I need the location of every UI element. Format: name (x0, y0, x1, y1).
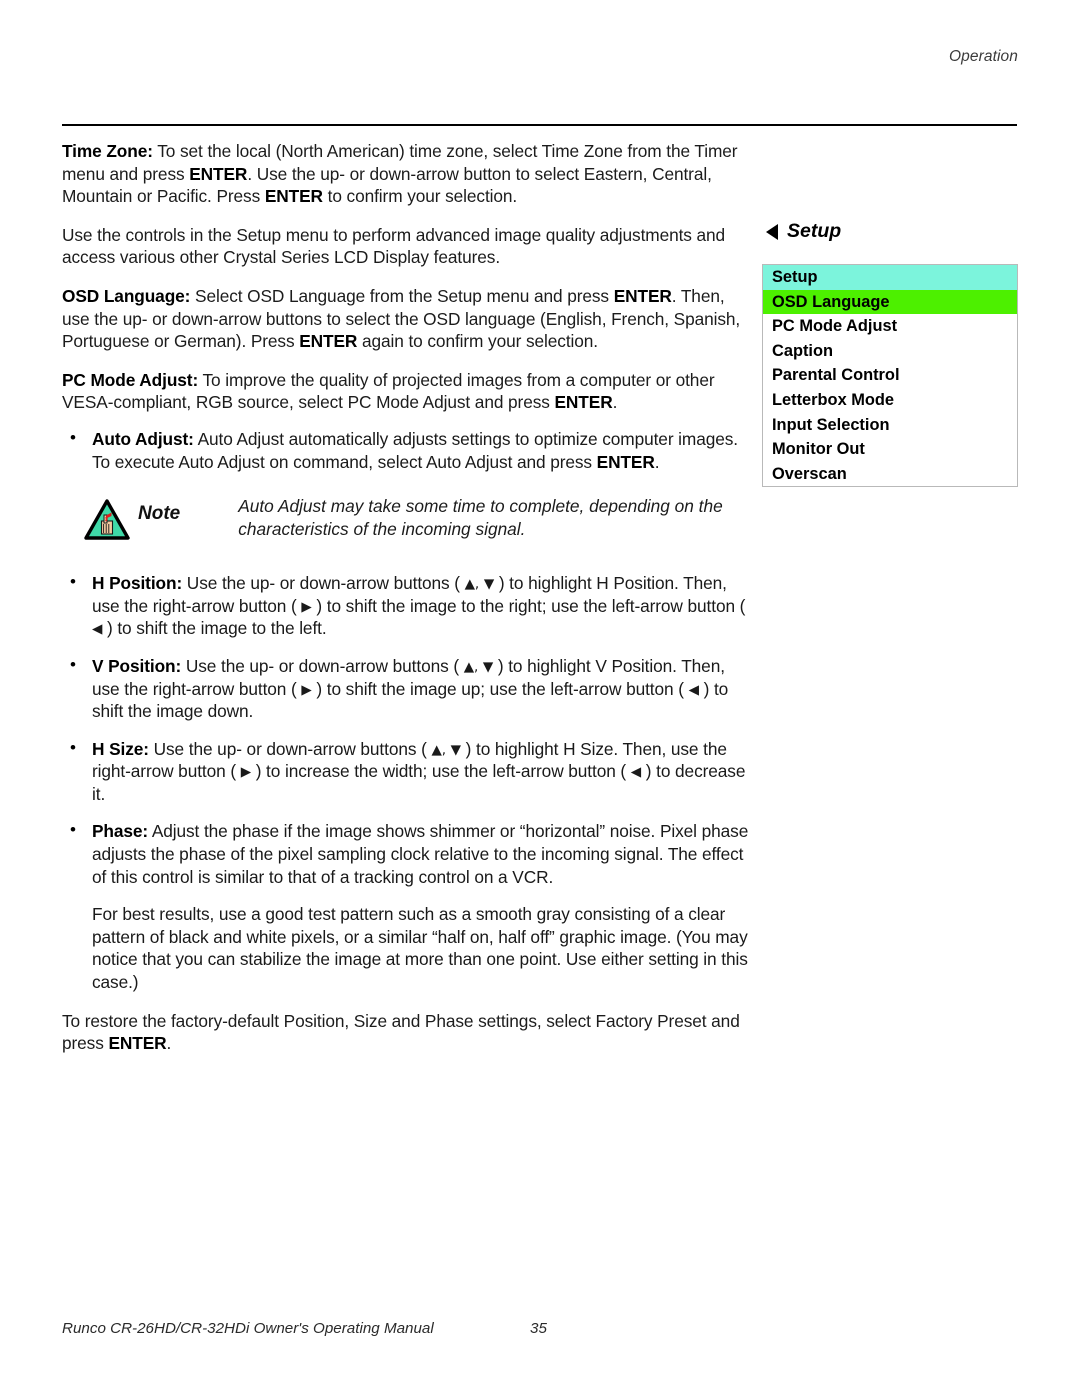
note-text: Auto Adjust may take some time to comple… (238, 496, 723, 539)
osd-sidebar: Setup Setup OSD Language PC Mode Adjust … (762, 220, 1018, 488)
note-label: Note (138, 503, 181, 525)
note-callout: Note Auto Adjust may take some time to c… (84, 495, 756, 546)
paragraph-time-zone: Time Zone: To set the local (North Ameri… (62, 141, 738, 207)
osd-menu-item-pc-mode-adjust[interactable]: PC Mode Adjust (763, 314, 1017, 339)
right-arrow-icon: ▶ (240, 764, 251, 781)
osd-menu-item-letterbox-mode[interactable]: Letterbox Mode (763, 388, 1017, 413)
note-hand-reminder-icon (84, 495, 132, 546)
left-triangle-icon (766, 223, 778, 240)
osd-heading-label: Setup (787, 220, 842, 242)
osd-menu-item-setup[interactable]: Setup (763, 265, 1017, 290)
osd-menu-item-osd-language[interactable]: OSD Language (763, 289, 1017, 315)
bullet-list-pc-controls: H Position: Use the up- or down-arrow bu… (62, 571, 750, 888)
osd-menu-item-caption[interactable]: Caption (763, 339, 1017, 364)
down-arrow-icon: ▼ (450, 741, 461, 758)
left-arrow-icon: ◀ (92, 621, 103, 638)
right-arrow-icon: ▶ (301, 681, 312, 698)
osd-menu-item-overscan[interactable]: Overscan (763, 462, 1017, 487)
up-arrow-icon: ▲, (431, 741, 446, 758)
footer-page-number: 35 (530, 1320, 547, 1337)
paragraph-osd-language: OSD Language: Select OSD Language from t… (62, 285, 741, 352)
right-arrow-icon: ▶ (301, 598, 312, 615)
bullet-list-auto-adjust: Auto Adjust: Auto Adjust automatically a… (62, 427, 750, 473)
list-item-auto-adjust: Auto Adjust: Auto Adjust automatically a… (62, 427, 750, 473)
down-arrow-icon: ▼ (483, 576, 495, 593)
paragraph-pc-mode-adjust: PC Mode Adjust: To improve the quality o… (62, 369, 715, 413)
header-rule (62, 124, 1017, 126)
term-h-size: H Size: (92, 738, 149, 759)
note-triangle-icon (84, 499, 130, 540)
osd-menu-item-monitor-out[interactable]: Monitor Out (763, 437, 1017, 462)
list-item-phase: Phase: Adjust the phase if the image sho… (62, 819, 750, 888)
paragraph-setup-intro: Use the controls in the Setup menu to pe… (62, 224, 726, 268)
term-auto-adjust: Auto Adjust: (92, 428, 194, 449)
osd-heading: Setup (766, 220, 1018, 243)
paragraph-best-results: For best results, use a good test patter… (92, 904, 748, 993)
text-column: Time Zone: To set the local (North Ameri… (62, 140, 750, 1071)
osd-menu[interactable]: Setup OSD Language PC Mode Adjust Captio… (762, 264, 1018, 488)
list-item-h-position: H Position: Use the up- or down-arrow bu… (62, 571, 750, 640)
up-arrow-icon: ▲, (463, 658, 479, 675)
term-time-zone: Time Zone: (62, 141, 153, 161)
up-arrow-icon: ▲, (464, 576, 480, 593)
term-v-position: V Position: (92, 655, 182, 676)
manual-page: Operation Time Zone: To set the local (N… (0, 0, 1080, 1397)
osd-menu-item-input-selection[interactable]: Input Selection (763, 413, 1017, 438)
osd-menu-item-parental-control[interactable]: Parental Control (763, 363, 1017, 388)
list-item-v-position: V Position: Use the up- or down-arrow bu… (62, 654, 750, 723)
left-arrow-icon: ◀ (630, 764, 642, 781)
term-h-position: H Position: (92, 573, 183, 594)
running-header: Operation (949, 48, 1018, 65)
footer-manual-title: Runco CR-26HD/CR-32HDi Owner's Operating… (62, 1320, 434, 1337)
paragraph-factory-preset: To restore the factory-default Position,… (62, 1010, 740, 1054)
list-item-h-size: H Size: Use the up- or down-arrow button… (62, 737, 750, 806)
term-osd-language: OSD Language: (62, 285, 191, 306)
down-arrow-icon: ▼ (482, 658, 494, 675)
left-arrow-icon: ◀ (688, 681, 699, 698)
term-pc-mode-adjust: PC Mode Adjust: (62, 369, 199, 390)
term-phase: Phase: (92, 821, 149, 842)
